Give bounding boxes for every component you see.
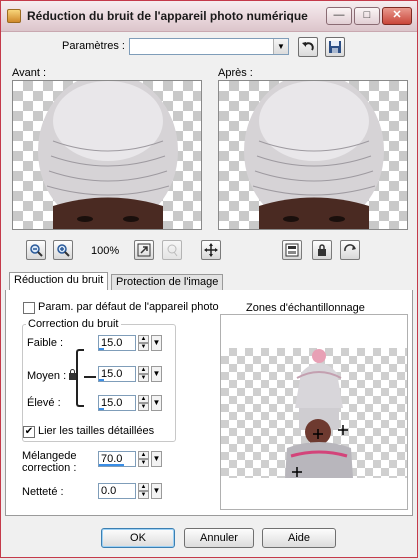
zoom-out-icon xyxy=(30,244,43,257)
portrait-image-after xyxy=(244,81,384,229)
spin-down-icon[interactable]: ▼ xyxy=(138,491,149,499)
split-view-icon xyxy=(285,243,299,257)
spin-down-icon[interactable]: ▼ xyxy=(138,403,149,411)
link-sizes-label: Lier les tailles détaillées xyxy=(38,425,155,437)
save-disk-icon xyxy=(329,41,341,53)
noise-correction-title: Correction du bruit xyxy=(26,318,121,330)
zoom-in-icon xyxy=(57,244,70,257)
blend-level-bar xyxy=(99,464,125,466)
spin-up-icon[interactable]: ▲ xyxy=(138,395,149,403)
window-title: Réduction du bruit de l'appareil photo n… xyxy=(27,9,308,23)
moyen-value: 15.0 xyxy=(101,368,123,380)
zoom-out-button[interactable] xyxy=(26,240,46,260)
fit-window-icon xyxy=(137,243,151,257)
sharpness-input[interactable]: 0.0 xyxy=(98,483,136,499)
params-select[interactable]: ▼ xyxy=(129,38,289,55)
faible-label: Faible : xyxy=(27,337,64,349)
spin-up-icon[interactable]: ▲ xyxy=(138,483,149,491)
magnifier-disabled-icon xyxy=(167,244,178,257)
faible-spinner[interactable]: ▲ ▼ xyxy=(138,335,149,351)
eleve-value: 15.0 xyxy=(101,397,123,409)
sampling-zones-image[interactable] xyxy=(221,348,407,478)
moyen-input[interactable]: 15.0 xyxy=(98,366,136,382)
move-button[interactable] xyxy=(201,240,221,260)
before-preview[interactable] xyxy=(12,80,202,230)
portrait-image-before xyxy=(38,81,178,229)
undo-arrow-icon xyxy=(302,42,314,51)
moyen-label: Moyen : xyxy=(27,370,67,382)
blend-dropdown[interactable]: ▼ xyxy=(151,451,162,467)
fit-zoom-button[interactable] xyxy=(134,240,154,260)
close-button[interactable]: ✕ xyxy=(382,7,412,25)
bracket-tick-moyen xyxy=(84,376,96,378)
maximize-button[interactable]: □ xyxy=(354,7,380,25)
tab-image-protection[interactable]: Protection de l'image xyxy=(111,274,224,291)
eleve-dropdown[interactable]: ▼ xyxy=(151,395,162,411)
eleve-spinner[interactable]: ▲ ▼ xyxy=(138,395,149,411)
pan-disabled-button[interactable] xyxy=(162,240,182,260)
tab-noise-reduction[interactable]: Réduction du bruit xyxy=(9,272,109,291)
help-button[interactable]: Aide xyxy=(262,528,336,548)
link-sizes-checkbox[interactable]: ✔ xyxy=(23,426,35,438)
link-bracket xyxy=(76,349,84,407)
minimize-button[interactable]: — xyxy=(326,7,352,25)
zones-title: Zones d'échantillonnage xyxy=(246,302,365,314)
spin-up-icon[interactable]: ▲ xyxy=(138,335,149,343)
params-value xyxy=(130,40,133,52)
faible-input[interactable]: 15.0 xyxy=(98,335,136,351)
eleve-label: Élevé : xyxy=(27,397,61,409)
ok-button[interactable]: OK xyxy=(101,528,175,548)
moyen-dropdown[interactable]: ▼ xyxy=(151,366,162,382)
blend-spinner[interactable]: ▲ ▼ xyxy=(138,451,149,467)
sharpness-spinner[interactable]: ▲ ▼ xyxy=(138,483,149,499)
sharpness-dropdown[interactable]: ▼ xyxy=(151,483,162,499)
move-cross-icon xyxy=(204,243,218,257)
zoom-in-button[interactable] xyxy=(53,240,73,260)
spin-down-icon[interactable]: ▼ xyxy=(138,374,149,382)
chevron-down-icon[interactable]: ▼ xyxy=(273,39,288,54)
lock-hand-icon xyxy=(318,244,326,256)
spin-down-icon[interactable]: ▼ xyxy=(138,459,149,467)
spin-up-icon[interactable]: ▲ xyxy=(138,366,149,374)
before-label: Avant : xyxy=(12,67,47,79)
cancel-button[interactable]: Annuler xyxy=(184,528,254,548)
zoom-level: 100% xyxy=(91,245,120,257)
sharpness-value: 0.0 xyxy=(101,485,117,497)
app-icon xyxy=(7,9,21,23)
faible-level-bar xyxy=(99,348,105,350)
reset-button[interactable] xyxy=(298,37,318,57)
faible-dropdown[interactable]: ▼ xyxy=(151,335,162,351)
spin-up-icon[interactable]: ▲ xyxy=(138,451,149,459)
moyen-level-bar xyxy=(99,379,105,381)
default-camera-label: Param. par défaut de l'appareil photo xyxy=(38,301,219,313)
moyen-spinner[interactable]: ▲ ▼ xyxy=(138,366,149,382)
title-bar[interactable]: Réduction du bruit de l'appareil photo n… xyxy=(1,1,417,32)
eleve-input[interactable]: 15.0 xyxy=(98,395,136,411)
blend-label-line1: Mélangede xyxy=(22,450,77,462)
params-label: Paramètres : xyxy=(62,40,125,52)
split-view-button[interactable] xyxy=(282,240,302,260)
after-preview[interactable] xyxy=(218,80,408,230)
faible-value: 15.0 xyxy=(101,337,123,349)
portrait-thumbnail xyxy=(285,349,353,478)
blend-label-line2: correction : xyxy=(22,462,77,474)
refresh-hand-icon xyxy=(344,244,356,252)
default-camera-checkbox[interactable] xyxy=(23,302,35,314)
after-label: Après : xyxy=(218,67,253,79)
blend-input[interactable]: 70.0 xyxy=(98,451,136,467)
lock-preview-button[interactable] xyxy=(312,240,332,260)
sharpness-label: Netteté : xyxy=(22,486,64,498)
refresh-preview-button[interactable] xyxy=(340,240,360,260)
spin-down-icon[interactable]: ▼ xyxy=(138,343,149,351)
eleve-level-bar xyxy=(99,408,105,410)
save-preset-button[interactable] xyxy=(325,37,345,57)
